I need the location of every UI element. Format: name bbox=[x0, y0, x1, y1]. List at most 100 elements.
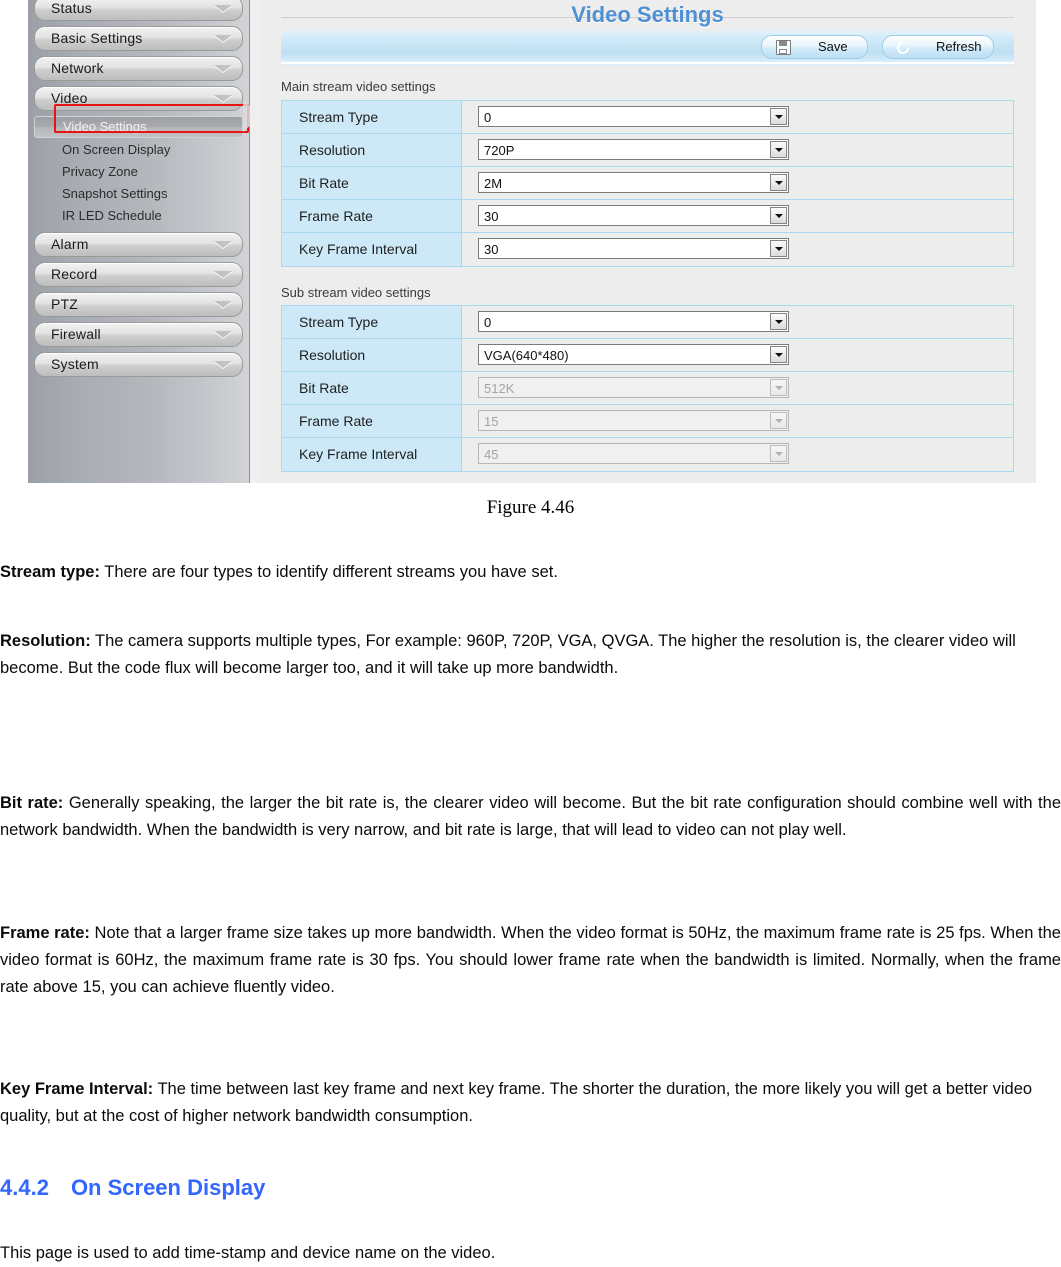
chevron-down-icon bbox=[214, 5, 232, 12]
row-label: Bit Rate bbox=[282, 167, 462, 199]
sidebar-group-record[interactable]: Record bbox=[34, 262, 243, 287]
sidebar-group-label: Video bbox=[51, 90, 88, 106]
row-control: 0 bbox=[478, 311, 789, 332]
refresh-arrow-icon bbox=[895, 39, 911, 55]
content-panel: Video Settings Save Refresh Main stream … bbox=[259, 0, 1036, 483]
sidebar-group-label: Status bbox=[51, 0, 92, 16]
camera-ui-screenshot: Status Basic Settings Network Video Vide… bbox=[28, 0, 1036, 483]
sidebar-group-label: Record bbox=[51, 266, 98, 282]
paragraph-bit-rate: Bit rate: Generally speaking, the larger… bbox=[0, 790, 1061, 844]
paragraph-key-frame-interval: Key Frame Interval: The time between las… bbox=[0, 1076, 1061, 1130]
table-row: Resolution 720P bbox=[282, 134, 1013, 167]
table-row: Frame Rate 15 bbox=[282, 405, 1013, 438]
paragraph-stream-type: Stream type: There are four types to ide… bbox=[0, 559, 1061, 586]
action-toolbar: Save Refresh bbox=[281, 31, 1014, 64]
sidebar-item-label: Video Settings bbox=[63, 119, 147, 134]
row-label: Frame Rate bbox=[282, 405, 462, 437]
toolbar-shadow bbox=[281, 64, 1014, 67]
chevron-down-icon bbox=[214, 95, 232, 102]
chevron-down-icon[interactable] bbox=[770, 207, 787, 224]
section-heading: 4.4.2 On Screen Display bbox=[0, 1175, 1061, 1201]
sidebar-panel-divider bbox=[250, 0, 259, 483]
section-number: 4.4.2 bbox=[0, 1175, 49, 1200]
resolution-select[interactable]: 720P bbox=[478, 139, 789, 160]
row-control: 720P bbox=[478, 139, 789, 160]
sidebar-group-alarm[interactable]: Alarm bbox=[34, 232, 243, 257]
row-label: Frame Rate bbox=[282, 200, 462, 232]
sub-resolution-select[interactable]: VGA(640*480) bbox=[478, 344, 789, 365]
sidebar-group-label: Alarm bbox=[51, 236, 89, 252]
sidebar-group-status[interactable]: Status bbox=[34, 0, 243, 21]
chevron-down-icon[interactable] bbox=[770, 108, 787, 125]
chevron-down-icon[interactable] bbox=[770, 313, 787, 330]
sidebar-item-snapshot-settings[interactable]: Snapshot Settings bbox=[34, 183, 243, 205]
sidebar-group-basic-settings[interactable]: Basic Settings bbox=[34, 26, 243, 51]
main-stream-settings-table: Stream Type 0 Resolution 720P Bit Rate 2… bbox=[281, 100, 1014, 267]
chevron-down-icon bbox=[214, 271, 232, 278]
chevron-down-icon bbox=[214, 331, 232, 338]
term-key-frame-interval: Key Frame Interval: bbox=[0, 1080, 154, 1098]
paragraph-text: The camera supports multiple types, For … bbox=[0, 632, 1016, 677]
sidebar-item-ir-led-schedule[interactable]: IR LED Schedule bbox=[34, 205, 243, 227]
row-control: 512K bbox=[478, 377, 789, 398]
save-button-label: Save bbox=[818, 39, 848, 54]
paragraph-closing: This page is used to add time-stamp and … bbox=[0, 1244, 496, 1262]
paragraph-frame-rate: Frame rate: Note that a larger frame siz… bbox=[0, 920, 1061, 1001]
chevron-down-icon[interactable] bbox=[770, 240, 787, 257]
sidebar-group-system[interactable]: System bbox=[34, 352, 243, 377]
sub-bit-rate-select: 512K bbox=[478, 377, 789, 398]
save-button[interactable]: Save bbox=[761, 35, 868, 59]
paragraph-text: Note that a larger frame size takes up m… bbox=[0, 924, 1061, 996]
table-row: Stream Type 0 bbox=[282, 306, 1013, 339]
row-control: 0 bbox=[478, 106, 789, 127]
paragraph-resolution: Resolution: The camera supports multiple… bbox=[0, 628, 1061, 682]
row-label: Bit Rate bbox=[282, 372, 462, 404]
paragraph-text: There are four types to identify differe… bbox=[99, 563, 558, 581]
key-frame-interval-select[interactable]: 30 bbox=[478, 238, 789, 259]
sidebar-item-label: IR LED Schedule bbox=[62, 208, 162, 223]
main-stream-section-label: Main stream video settings bbox=[281, 79, 436, 94]
chevron-down-icon[interactable] bbox=[770, 346, 787, 363]
sub-stream-section-label: Sub stream video settings bbox=[281, 285, 431, 300]
sidebar-group-network[interactable]: Network bbox=[34, 56, 243, 81]
sub-key-frame-interval-select: 45 bbox=[478, 443, 789, 464]
sidebar-item-label: On Screen Display bbox=[62, 142, 171, 157]
bit-rate-select[interactable]: 2M bbox=[478, 172, 789, 193]
row-label: Resolution bbox=[282, 134, 462, 166]
sidebar-group-video[interactable]: Video bbox=[34, 86, 243, 111]
table-row: Key Frame Interval 30 bbox=[282, 233, 1013, 266]
chevron-down-icon[interactable] bbox=[770, 141, 787, 158]
table-row: Resolution VGA(640*480) bbox=[282, 339, 1013, 372]
chevron-down-icon bbox=[770, 379, 787, 396]
sidebar-item-privacy-zone[interactable]: Privacy Zone bbox=[34, 161, 243, 183]
row-label: Key Frame Interval bbox=[282, 438, 462, 471]
sidebar-item-on-screen-display[interactable]: On Screen Display bbox=[34, 139, 243, 161]
section-heading-text: On Screen Display bbox=[70, 1175, 266, 1200]
row-label: Stream Type bbox=[282, 306, 462, 338]
chevron-down-icon bbox=[770, 445, 787, 462]
figure-caption: Figure 4.46 bbox=[486, 497, 575, 518]
sidebar-item-label: Snapshot Settings bbox=[62, 186, 168, 201]
sub-frame-rate-select: 15 bbox=[478, 410, 789, 431]
sidebar-group-firewall[interactable]: Firewall bbox=[34, 322, 243, 347]
sidebar-group-label: Firewall bbox=[51, 326, 101, 342]
term-frame-rate: Frame rate: bbox=[0, 924, 90, 942]
sub-stream-type-select[interactable]: 0 bbox=[478, 311, 789, 332]
row-label: Resolution bbox=[282, 339, 462, 371]
sidebar-group-ptz[interactable]: PTZ bbox=[34, 292, 243, 317]
row-label: Stream Type bbox=[282, 101, 462, 133]
paragraph-text: The time between last key frame and next… bbox=[0, 1080, 1033, 1125]
sidebar-item-video-settings[interactable]: Video Settings bbox=[34, 116, 243, 138]
chevron-down-icon bbox=[214, 35, 232, 42]
row-control: 45 bbox=[478, 443, 789, 464]
table-row: Bit Rate 512K bbox=[282, 372, 1013, 405]
row-control: 30 bbox=[478, 205, 789, 226]
row-control: 30 bbox=[478, 238, 789, 259]
stream-type-select[interactable]: 0 bbox=[478, 106, 789, 127]
chevron-down-icon[interactable] bbox=[770, 174, 787, 191]
sidebar-group-label: PTZ bbox=[51, 296, 79, 312]
refresh-button[interactable]: Refresh bbox=[882, 35, 994, 59]
term-bit-rate: Bit rate: bbox=[0, 794, 64, 812]
table-row: Frame Rate 30 bbox=[282, 200, 1013, 233]
frame-rate-select[interactable]: 30 bbox=[478, 205, 789, 226]
